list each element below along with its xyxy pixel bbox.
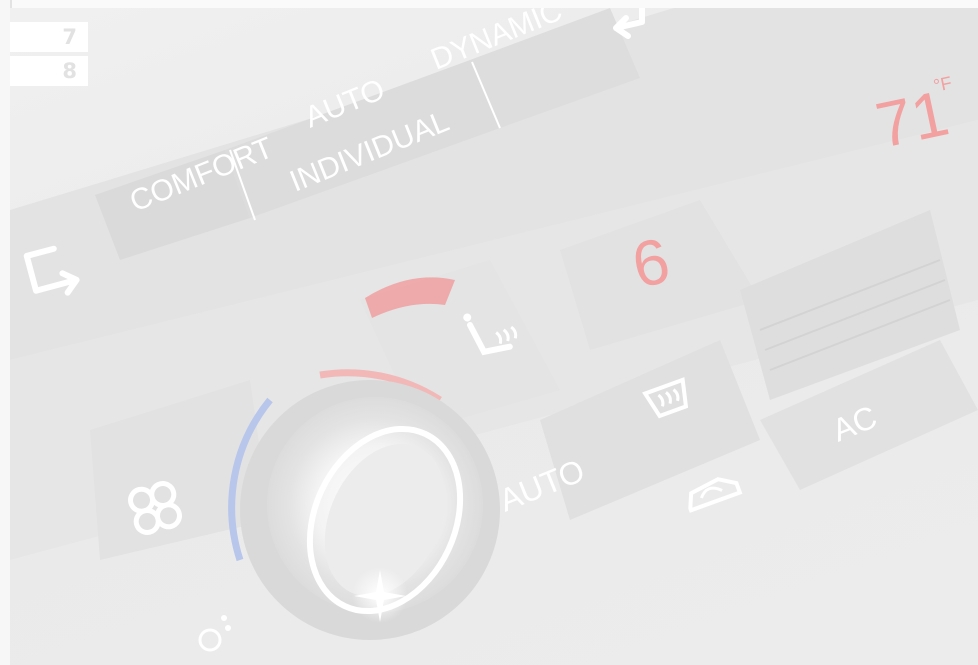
climate-control-photo: COMFORT AUTO INDIVIDUAL DYNAMIC AUTO AC … bbox=[10, 8, 978, 665]
footwell-icon bbox=[198, 615, 231, 652]
page-tab-7[interactable]: 7 bbox=[10, 22, 88, 52]
top-margin bbox=[0, 0, 978, 8]
page: COMFORT AUTO INDIVIDUAL DYNAMIC AUTO AC … bbox=[0, 0, 978, 665]
climate-panel-illustration: COMFORT AUTO INDIVIDUAL DYNAMIC AUTO AC … bbox=[10, 8, 978, 652]
page-tab-8[interactable]: 8 bbox=[10, 56, 88, 86]
recirculation-icon[interactable] bbox=[684, 474, 743, 513]
